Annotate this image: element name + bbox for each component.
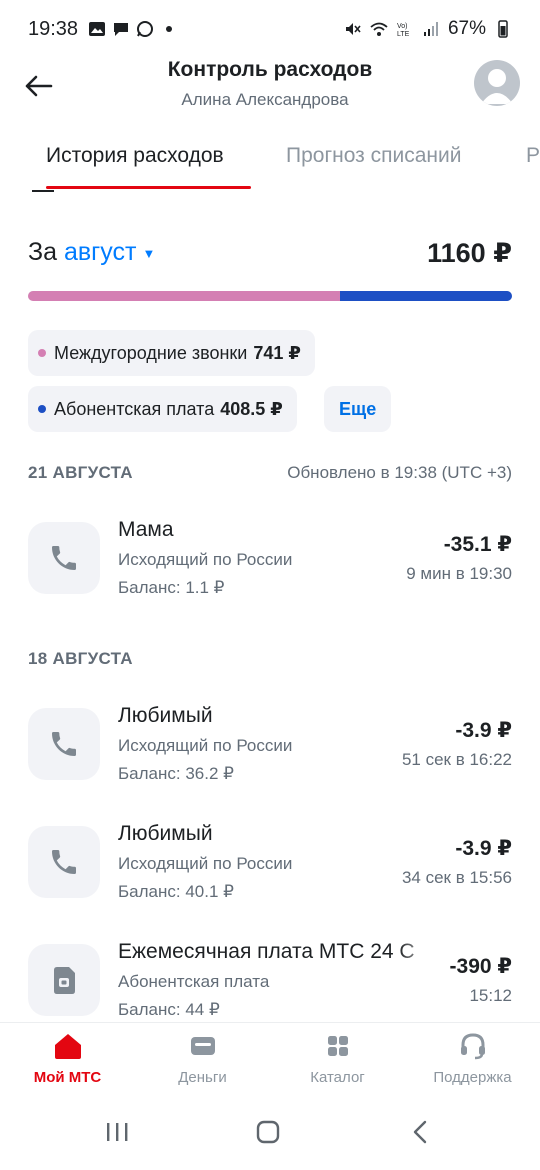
volte-icon: Vo)LTE xyxy=(397,23,410,38)
notification-dot xyxy=(166,26,173,32)
transaction-amount: -3.9 ₽ xyxy=(455,837,512,860)
spend-breakdown-bar xyxy=(28,291,512,301)
phone-icon xyxy=(52,546,76,570)
transaction-meta: 15:12 xyxy=(469,986,512,1005)
bar-segment-calls xyxy=(28,291,340,301)
transaction-row[interactable]: Любимый Исходящий по России Баланс: 36.2… xyxy=(28,704,512,808)
category-dot xyxy=(38,405,46,413)
period-prefix: За xyxy=(28,238,58,266)
back-nav-icon[interactable] xyxy=(408,1120,434,1144)
transaction-row[interactable]: Мама Исходящий по России Баланс: 1.1 ₽ -… xyxy=(28,518,512,622)
category-dot xyxy=(38,349,46,357)
transaction-amount: -35.1 ₽ xyxy=(443,533,512,556)
transaction-balance: Баланс: 36.2 ₽ xyxy=(118,764,234,783)
transaction-name: Ежемесячная плата МТС 24 С xyxy=(118,940,415,963)
transaction-name: Мама xyxy=(118,518,174,541)
day-header: 21 АВГУСТА xyxy=(28,463,133,482)
transaction-desc: Абонентская плата xyxy=(118,972,270,991)
battery-icon xyxy=(498,20,508,38)
nav-my-mts[interactable]: Мой МТС xyxy=(0,1031,135,1086)
phone-icon xyxy=(52,732,76,756)
transaction-amount: -3.9 ₽ xyxy=(455,719,512,742)
mute-icon xyxy=(345,23,361,35)
system-navigation-bar xyxy=(0,1100,540,1170)
nav-label: Каталог xyxy=(310,1069,365,1086)
bar-segment-subscription xyxy=(339,291,512,301)
transaction-name: Любимый xyxy=(118,822,213,845)
category-label: Междугородние звонки xyxy=(54,342,248,363)
category-chip-subscription[interactable]: Абонентская плата 408.5 ₽ xyxy=(28,386,297,432)
category-chip-calls[interactable]: Междугородние звонки 741 ₽ xyxy=(28,330,315,376)
caret-down-icon: ▼ xyxy=(142,245,156,261)
transaction-amount: -390 ₽ xyxy=(449,955,512,978)
transaction-row[interactable]: Любимый Исходящий по России Баланс: 40.1… xyxy=(28,822,512,926)
category-amount: 408.5 ₽ xyxy=(220,398,283,419)
battery-percent: 67% xyxy=(447,18,486,39)
bottom-navigation: Мой МТС Деньги Каталог Поддержка xyxy=(0,1022,540,1100)
transaction-balance: Баланс: 44 ₽ xyxy=(118,1000,220,1019)
app-header: Контроль расходов Алина Александрова xyxy=(0,58,540,128)
nav-label: Деньги xyxy=(178,1069,227,1086)
grid-icon xyxy=(327,1036,348,1056)
status-time: 19:38 xyxy=(28,17,79,40)
period-total: 1160 ₽ xyxy=(427,238,512,268)
nav-support[interactable]: Поддержка xyxy=(405,1031,540,1086)
recent-apps-icon[interactable] xyxy=(104,1120,130,1144)
text-fade xyxy=(398,940,438,970)
category-label: Абонентская плата xyxy=(54,398,215,419)
tab-indicator-shadow xyxy=(32,190,54,192)
whatsapp-icon xyxy=(137,21,154,37)
transaction-icon-box xyxy=(28,826,100,898)
subscription-icon xyxy=(54,967,75,994)
day-header: 18 АВГУСТА xyxy=(28,649,133,668)
nav-label: Поддержка xyxy=(433,1069,512,1086)
transaction-name: Любимый xyxy=(118,704,213,727)
period-month[interactable]: август xyxy=(64,238,136,266)
transaction-balance: Баланс: 40.1 ₽ xyxy=(118,882,234,901)
transaction-icon-box xyxy=(28,708,100,780)
transaction-icon-box xyxy=(28,944,100,1016)
period-selector[interactable]: За август ▼ xyxy=(28,238,155,267)
transaction-balance: Баланс: 1.1 ₽ xyxy=(118,578,225,597)
wifi-icon xyxy=(370,22,388,36)
nav-money[interactable]: Деньги xyxy=(135,1031,270,1086)
transaction-desc: Исходящий по России xyxy=(118,854,293,873)
user-icon xyxy=(481,69,513,104)
updated-time: Обновлено в 19:38 (UTC +3) xyxy=(287,463,512,482)
home-button-icon[interactable] xyxy=(255,1120,281,1144)
tab-active-indicator xyxy=(46,186,251,189)
phone-icon xyxy=(52,850,76,874)
wallet-icon xyxy=(190,1037,215,1055)
nav-catalog[interactable]: Каталог xyxy=(270,1031,405,1086)
page-subtitle: Алина Александрова xyxy=(181,90,349,109)
svg-text:Vo): Vo) xyxy=(397,23,408,30)
status-bar: 19:38 Vo) LTE 67% xyxy=(0,0,540,58)
headset-icon xyxy=(460,1033,485,1060)
transaction-desc: Исходящий по России xyxy=(118,550,293,569)
image-icon xyxy=(89,22,106,36)
nav-label: Мой МТС xyxy=(33,1069,102,1086)
message-icon xyxy=(114,23,129,36)
home-icon xyxy=(54,1034,81,1059)
transaction-meta: 9 мин в 19:30 xyxy=(406,564,512,583)
page-title: Контроль расходов xyxy=(167,58,373,81)
transaction-desc: Исходящий по России xyxy=(118,736,293,755)
transaction-icon-box xyxy=(28,522,100,594)
svg-text:LTE: LTE xyxy=(397,31,410,38)
avatar[interactable] xyxy=(474,60,520,106)
tab-more[interactable]: Р xyxy=(526,144,540,168)
signal-icon xyxy=(423,22,438,36)
transaction-meta: 51 сек в 16:22 xyxy=(401,750,512,769)
tab-bar: История расходов Прогноз списаний Р xyxy=(0,138,540,194)
tab-forecast[interactable]: Прогноз списаний xyxy=(286,144,461,168)
category-amount: 741 ₽ xyxy=(253,342,301,363)
more-categories-button[interactable]: Еще xyxy=(324,386,392,432)
tab-history[interactable]: История расходов xyxy=(46,144,224,168)
transaction-meta: 34 сек в 15:56 xyxy=(401,868,512,887)
